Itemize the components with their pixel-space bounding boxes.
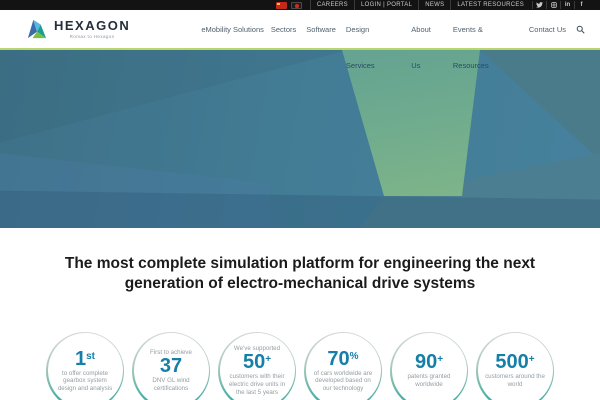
stat-circle-inner: We've supported 50+ customers with their… <box>219 333 295 400</box>
content-section: The most complete simulation platform fo… <box>0 228 600 400</box>
stat-circle-50plus: We've supported 50+ customers with their… <box>218 331 296 400</box>
topbar-link-news[interactable]: NEWS <box>418 0 450 10</box>
nav-item-about-us[interactable]: About Us <box>411 10 431 71</box>
stat-suffix: + <box>265 354 272 366</box>
stat-circle-inner: 90+ patents granted worldwide <box>391 333 467 400</box>
nav-label: Events & <box>452 24 483 34</box>
nav-label-wrapped[interactable]: Us <box>411 61 420 70</box>
nav-item-contact-us[interactable]: Contact Us <box>529 10 566 48</box>
stat-suffix: + <box>528 354 535 366</box>
main-nav: eMobility Solutions Sectors Software Des… <box>201 10 585 71</box>
stat-circle-inner: 1st to offer complete gearbox system des… <box>47 333 123 400</box>
logo-title: HEXAGON <box>54 18 131 33</box>
stat-value: 1st <box>74 347 96 370</box>
social-links: in f <box>532 1 588 9</box>
topbar-link-login-portal[interactable]: LOGIN | PORTAL <box>353 0 418 10</box>
stat-number: 90 <box>414 351 438 374</box>
stat-number: 500 <box>495 351 529 374</box>
stat-value: 90+ <box>415 352 443 373</box>
page-title: The most complete simulation platform fo… <box>64 255 536 293</box>
stat-suffix: + <box>437 354 444 366</box>
language-flags <box>275 1 302 9</box>
stat-circle-70pct: 70% of cars worldwide are developed base… <box>304 331 382 400</box>
nav-label: About <box>411 24 431 34</box>
linkedin-icon[interactable]: in <box>560 1 574 9</box>
stat-description: customers with their electric drive unit… <box>228 373 286 397</box>
nav-item-design-services[interactable]: Design Services <box>345 10 375 71</box>
stat-value: 70% <box>327 347 359 370</box>
hexagon-logo[interactable]: HEXAGON Romax to Hexagon <box>26 19 130 39</box>
nav-label: Design <box>345 24 370 34</box>
stat-number: 70 <box>327 347 350 370</box>
japan-flag-icon[interactable] <box>290 1 302 9</box>
stat-description: patents granted worldwide <box>407 373 451 389</box>
china-flag-icon[interactable] <box>275 1 287 9</box>
stat-circle-500plus: 500+ customers around the world <box>476 331 554 400</box>
twitter-bird-glyph <box>536 2 543 8</box>
stat-circle-inner: 500+ customers around the world <box>477 333 553 400</box>
stat-circle-inner: First to achieve 37 DNV GL wind certific… <box>133 333 209 400</box>
instagram-camera-glyph <box>550 2 557 8</box>
logo-tagline: Romax to Hexagon <box>69 34 115 39</box>
search-icon[interactable] <box>576 25 585 34</box>
stat-value: 50+ <box>243 352 271 373</box>
stat-number: 50 <box>242 351 266 374</box>
nav-label: Sectors <box>270 24 297 34</box>
facebook-icon[interactable]: f <box>574 1 588 9</box>
nav-label: Contact Us <box>528 24 566 34</box>
utility-bar: CAREERS LOGIN | PORTAL NEWS LATEST RESOU… <box>0 0 600 10</box>
stat-value: 500+ <box>495 352 534 373</box>
stat-description: DNV GL wind certifications <box>152 377 190 393</box>
topbar-link-latest-resources[interactable]: LATEST RESOURCES <box>450 0 530 10</box>
hero-banner <box>0 50 600 228</box>
nav-label-wrapped[interactable]: Services <box>346 61 375 70</box>
nav-label: eMobility Solutions <box>201 24 264 34</box>
china-flag-stars <box>276 2 280 5</box>
stat-description: of cars worldwide are developed based on… <box>313 369 373 393</box>
nav-item-software[interactable]: Software <box>306 10 336 48</box>
japan-flag-sun <box>295 4 299 8</box>
magnifier-glyph <box>576 25 585 34</box>
stat-circle-37: First to achieve 37 DNV GL wind certific… <box>132 331 210 400</box>
nav-item-sectors[interactable]: Sectors <box>271 10 296 48</box>
stat-suffix: st <box>86 350 96 362</box>
hexagon-logo-icon <box>27 19 47 39</box>
logo-text: HEXAGON Romax to Hexagon <box>54 19 130 39</box>
topbar-link-careers[interactable]: CAREERS <box>309 0 354 10</box>
nav-label-wrapped[interactable]: Resources <box>453 61 489 70</box>
stat-number: 37 <box>159 355 183 378</box>
nav-item-emobility-solutions[interactable]: eMobility Solutions <box>201 10 264 48</box>
main-header: HEXAGON Romax to Hexagon eMobility Solut… <box>0 10 600 71</box>
stat-circle-90plus: 90+ patents granted worldwide <box>390 331 468 400</box>
nav-item-events-resources[interactable]: Events & Resources <box>452 10 489 71</box>
instagram-icon[interactable] <box>546 1 560 9</box>
nav-label: Software <box>306 24 336 34</box>
stat-number: 1 <box>74 347 87 370</box>
stat-description: to offer complete gearbox system design … <box>57 369 113 393</box>
stat-circle-1st: 1st to offer complete gearbox system des… <box>46 331 124 400</box>
stat-suffix: % <box>349 350 359 362</box>
stat-value: 37 <box>160 356 182 377</box>
stats-row: 1st to offer complete gearbox system des… <box>0 331 600 400</box>
stat-circle-inner: 70% of cars worldwide are developed base… <box>305 333 381 400</box>
twitter-icon[interactable] <box>532 1 546 9</box>
stat-description: customers around the world <box>485 373 545 389</box>
